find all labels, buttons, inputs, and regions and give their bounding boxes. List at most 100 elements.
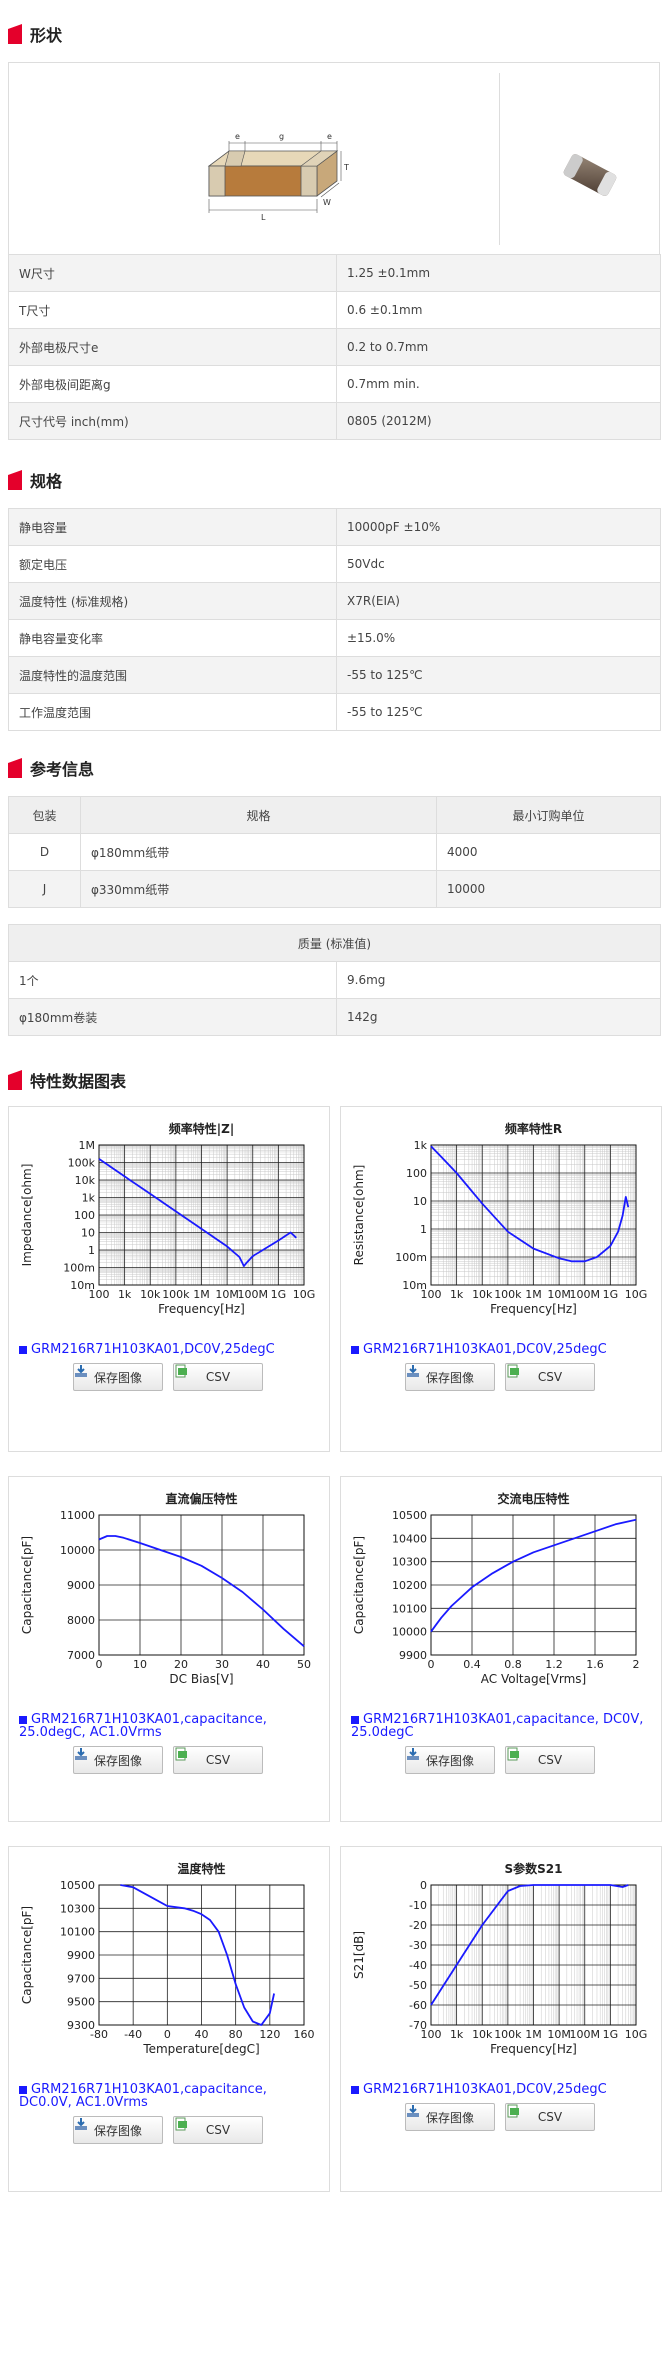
y-tick-label: -50 [409, 1979, 427, 1992]
csv-label: CSV [205, 1753, 231, 1767]
chart-legend: GRM216R71H103KA01,capacitance, 25.0degC,… [19, 1713, 319, 1739]
x-tick-label: 100k [494, 1288, 522, 1301]
table-row: T尺寸 0.6 ±0.1mm [8, 291, 661, 329]
csv-button[interactable]: CSV [505, 1746, 595, 1774]
x-tick-label: 30 [215, 1658, 229, 1671]
y-tick-label: 9900 [399, 1649, 427, 1662]
chart-title: 交流电压特性 [497, 1491, 569, 1506]
csv-file-icon [175, 1364, 187, 1378]
y-tick-label: 1k [82, 1192, 96, 1205]
x-tick-label: 1G [271, 1288, 287, 1301]
x-tick-label: 2 [633, 1658, 640, 1671]
x-axis-label: DC Bias[V] [169, 1672, 233, 1686]
y-tick-label: 10 [81, 1227, 95, 1240]
y-tick-label: 11000 [60, 1509, 95, 1522]
legend-swatch-icon [351, 1345, 359, 1354]
save-image-button[interactable]: 保存图像 [73, 1746, 163, 1774]
csv-file-icon [175, 2117, 187, 2131]
x-tick-label: 0 [428, 1658, 435, 1671]
section-marker-icon [8, 470, 22, 490]
series-line [430, 1518, 637, 1633]
x-tick-label: 1M [525, 1288, 542, 1301]
table-row: 工作温度范围 -55 to 125℃ [8, 693, 661, 731]
y-tick-label: -70 [409, 2019, 427, 2032]
download-icon [407, 2105, 419, 2117]
chart-card: 频率特性R 100 1k 10k 100k 1M 10M 100M 1G 10G 1k 100 10 1 1… [340, 1106, 662, 1452]
save-image-label: 保存图像 [425, 2110, 474, 2125]
y-tick-label: 10100 [60, 1926, 95, 1939]
x-tick-label: 20 [174, 1658, 188, 1671]
csv-button[interactable]: CSV [173, 2116, 263, 2144]
chart-title: S参数S21 [505, 1861, 563, 1876]
y-tick-label: 9000 [67, 1579, 95, 1592]
table-row: 1个 9.6mg [8, 961, 661, 999]
section-marker-icon [8, 24, 22, 44]
table-row: 静电容量 10000pF ±10% [8, 508, 661, 546]
save-image-button[interactable]: 保存图像 [73, 1363, 163, 1391]
legend-swatch-icon [351, 1715, 359, 1724]
x-tick-label: 100M [570, 2028, 601, 2041]
chip-photo [563, 154, 617, 196]
y-tick-label: 10 [413, 1195, 427, 1208]
y-axis-label: Capacitance[pF] [352, 1536, 366, 1634]
csv-file-icon [507, 2104, 519, 2118]
legend-label: GRM216R71H103KA01,capacitance, 25.0degC,… [19, 1712, 267, 1740]
csv-button[interactable]: CSV [505, 2103, 595, 2131]
y-tick-label: 10100 [392, 1602, 427, 1615]
x-tick-label: 160 [294, 2028, 315, 2041]
csv-file-icon [507, 1364, 519, 1378]
x-tick-label: 80 [229, 2028, 243, 2041]
dimension-drawing: e g e T L W [207, 132, 349, 222]
dim-label-w: W [323, 198, 331, 207]
csv-button[interactable]: CSV [173, 1363, 263, 1391]
y-tick-label: -10 [409, 1899, 427, 1912]
x-tick-label: 1k [450, 2028, 464, 2041]
save-image-button[interactable]: 保存图像 [405, 2103, 495, 2131]
legend-swatch-icon [19, 2085, 27, 2094]
y-tick-label: 10k [75, 1174, 96, 1187]
save-image-label: 保存图像 [425, 1753, 474, 1768]
y-tick-label: -30 [409, 1939, 427, 1952]
csv-file-icon [175, 1747, 187, 1761]
x-tick-label: 1M [525, 2028, 542, 2041]
x-tick-label: 10M [215, 1288, 239, 1301]
section-title-charts: 特性数据图表 [8, 1068, 126, 1092]
x-axis-label: Frequency[Hz] [158, 1302, 245, 1316]
y-tick-label: 1M [79, 1139, 96, 1152]
spec-table: 静电容量 10000pF ±10% 额定电压 50Vdc 温度特性 (标准规格) X7… [8, 508, 661, 731]
x-tick-label: 100M [238, 1288, 269, 1301]
dim-label-e2: e [327, 132, 332, 141]
x-tick-label: 1k [118, 1288, 132, 1301]
y-tick-label: -40 [409, 1959, 427, 1972]
x-axis-label: Temperature[degC] [142, 2042, 259, 2056]
series-line [98, 1535, 305, 1647]
x-tick-label: 0 [164, 2028, 171, 2041]
y-tick-label: 100m [63, 1262, 95, 1275]
table-row: 温度特性 (标准规格) X7R(EIA) [8, 582, 661, 620]
y-tick-label: 10200 [392, 1579, 427, 1592]
x-tick-label: 40 [195, 2028, 209, 2041]
save-image-button[interactable]: 保存图像 [405, 1746, 495, 1774]
y-tick-label: 8000 [67, 1614, 95, 1627]
x-tick-label: 0.8 [504, 1658, 522, 1671]
save-image-button[interactable]: 保存图像 [73, 2116, 163, 2144]
y-tick-label: 10000 [392, 1626, 427, 1639]
x-axis-label: AC Voltage[Vrms] [481, 1672, 586, 1686]
mass-table: 质量 (标准值) 1个 9.6mg φ180mm卷装 142g [8, 924, 661, 1036]
x-tick-label: -40 [124, 2028, 142, 2041]
x-tick-label: 10G [625, 1288, 648, 1301]
csv-label: CSV [537, 1753, 563, 1767]
csv-button[interactable]: CSV [173, 1746, 263, 1774]
x-tick-label: 0 [96, 1658, 103, 1671]
download-icon [75, 1365, 87, 1377]
chart-title: 直流偏压特性 [165, 1491, 237, 1506]
y-tick-label: 10m [402, 1279, 427, 1292]
chart-svg: S参数S21100 1k 10k 100k 1M 10M100M 1G 10G0-10-20-… [352, 1861, 647, 2056]
chart-title: 频率特性|Z| [169, 1121, 234, 1136]
chart-title: 温度特性 [177, 1861, 225, 1876]
table-row: 静电容量变化率 ±15.0% [8, 619, 661, 657]
packaging-table: 包装 规格 最小订购单位 D φ180mm纸带 4000 J φ330mm纸带 … [8, 796, 661, 908]
save-image-button[interactable]: 保存图像 [405, 1363, 495, 1391]
csv-button[interactable]: CSV [505, 1363, 595, 1391]
table-row: 外部电极间距离g 0.7mm min. [8, 365, 661, 403]
